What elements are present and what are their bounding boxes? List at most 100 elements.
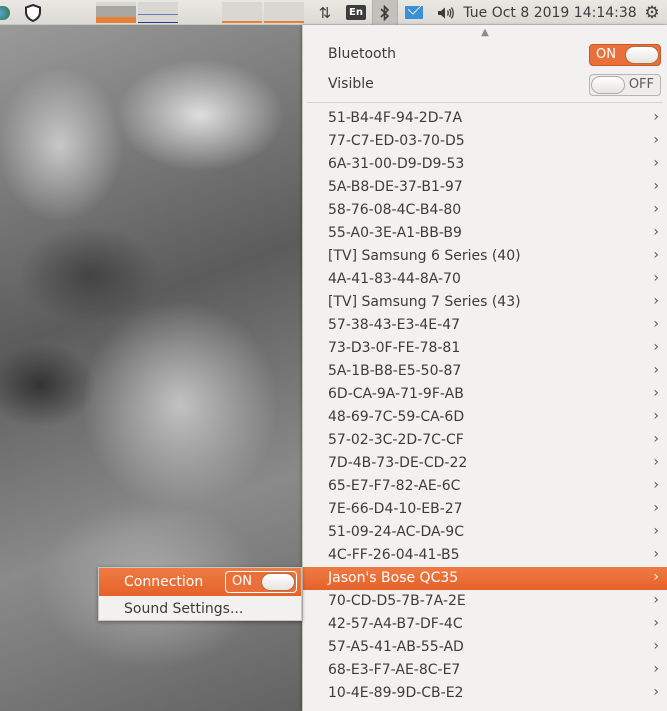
connection-label: Connection xyxy=(124,574,204,590)
bluetooth-icon[interactable] xyxy=(372,0,398,25)
mail-icon[interactable] xyxy=(401,0,427,25)
device-item[interactable]: 55-A0-3E-A1-BB-B9 › xyxy=(303,222,667,245)
device-name: 73-D3-0F-FE-78-81 xyxy=(328,340,461,356)
device-name: 77-C7-ED-03-70-D5 xyxy=(328,133,465,149)
top-panel: ⇅ En Tue Oct 8 2019 14:14:38 ⚙ xyxy=(0,0,667,25)
device-name: 57-02-3C-2D-7C-CF xyxy=(328,432,464,448)
device-name: Jason's Bose QC35 xyxy=(328,570,459,586)
device-name: 10-4E-89-9D-CB-E2 xyxy=(328,685,464,701)
device-item[interactable]: 77-C7-ED-03-70-D5 › xyxy=(303,130,667,153)
switch-knob xyxy=(625,46,659,64)
chevron-right-icon: › xyxy=(653,270,659,286)
device-name: 57-38-43-E3-4E-47 xyxy=(328,317,461,333)
visible-switch-state: OFF xyxy=(628,77,654,92)
chevron-right-icon: › xyxy=(653,477,659,493)
chevron-right-icon: › xyxy=(653,132,659,148)
connection-switch[interactable]: ON xyxy=(225,571,297,593)
connection-toggle-row[interactable]: Connection ON xyxy=(99,568,301,596)
chevron-right-icon: › xyxy=(653,431,659,447)
device-item[interactable]: 42-57-A4-B7-DF-4C › xyxy=(303,613,667,636)
device-item[interactable]: [TV] Samsung 6 Series (40) › xyxy=(303,245,667,268)
device-item[interactable]: 51-B4-4F-94-2D-7A › xyxy=(303,107,667,130)
device-name: 55-A0-3E-A1-BB-B9 xyxy=(328,225,462,241)
bluetooth-toggle-row[interactable]: Bluetooth ON xyxy=(303,40,667,70)
chevron-right-icon: › xyxy=(653,500,659,516)
device-name: 6A-31-00-D9-D9-53 xyxy=(328,156,465,172)
clock[interactable]: Tue Oct 8 2019 14:14:38 xyxy=(463,0,636,25)
device-item[interactable]: 48-69-7C-59-CA-6D › xyxy=(303,406,667,429)
device-item[interactable]: 65-E7-F7-82-AE-6C › xyxy=(303,475,667,498)
bluetooth-switch-state: ON xyxy=(596,47,616,62)
device-name: 48-69-7C-59-CA-6D xyxy=(328,409,465,425)
device-item[interactable]: 4A-41-83-44-8A-70 › xyxy=(303,268,667,291)
device-item[interactable]: 6D-CA-9A-71-9F-AB › xyxy=(303,383,667,406)
device-name: 5A-1B-B8-E5-50-87 xyxy=(328,363,462,379)
chevron-right-icon: › xyxy=(653,523,659,539)
device-item[interactable]: 4C-FF-26-04-41-B5 › xyxy=(303,544,667,567)
device-item[interactable]: 57-A5-41-AB-55-AD › xyxy=(303,636,667,659)
gear-icon[interactable]: ⚙ xyxy=(639,0,665,25)
chevron-right-icon: › xyxy=(653,615,659,631)
chevron-right-icon: › xyxy=(653,316,659,332)
device-submenu: Connection ON Sound Settings... xyxy=(98,567,302,621)
switch-knob xyxy=(261,573,295,591)
device-item[interactable]: 57-38-43-E3-4E-47 › xyxy=(303,314,667,337)
device-item[interactable]: 5A-B8-DE-37-B1-97 › xyxy=(303,176,667,199)
device-name: [TV] Samsung 7 Series (43) xyxy=(328,294,521,310)
chevron-right-icon: › xyxy=(653,408,659,424)
device-list: 51-B4-4F-94-2D-7A › 77-C7-ED-03-70-D5 › 6A-3… xyxy=(303,107,667,705)
device-name: 6D-CA-9A-71-9F-AB xyxy=(328,386,464,402)
device-item[interactable]: 68-E3-F7-AE-8C-E7 › xyxy=(303,659,667,682)
chevron-right-icon: › xyxy=(653,385,659,401)
chevron-right-icon: › xyxy=(653,454,659,470)
visible-toggle-row[interactable]: Visible OFF xyxy=(303,70,667,100)
visible-switch[interactable]: OFF xyxy=(589,74,661,96)
chevron-right-icon: › xyxy=(653,224,659,240)
device-item[interactable]: 73-D3-0F-FE-78-81 › xyxy=(303,337,667,360)
device-name: 42-57-A4-B7-DF-4C xyxy=(328,616,463,632)
globe-icon[interactable] xyxy=(0,0,10,25)
device-item[interactable]: 70-CD-D5-7B-7A-2E › xyxy=(303,590,667,613)
visible-label: Visible xyxy=(328,76,374,92)
device-item[interactable]: 5A-1B-B8-E5-50-87 › xyxy=(303,360,667,383)
volume-icon[interactable] xyxy=(433,0,459,25)
device-item[interactable]: 10-4E-89-9D-CB-E2 › xyxy=(303,682,667,705)
sound-settings-item[interactable]: Sound Settings... xyxy=(99,598,301,621)
network-arrows-icon[interactable]: ⇅ xyxy=(312,0,338,25)
connection-switch-state: ON xyxy=(232,574,252,589)
device-item[interactable]: 57-02-3C-2D-7C-CF › xyxy=(303,429,667,452)
system-monitor-graph[interactable] xyxy=(56,0,316,25)
bluetooth-switch[interactable]: ON xyxy=(589,44,661,66)
device-name: 70-CD-D5-7B-7A-2E xyxy=(328,593,466,609)
device-item[interactable]: 6A-31-00-D9-D9-53 › xyxy=(303,153,667,176)
keyboard-layout-label: En xyxy=(346,5,366,20)
device-name: 68-E3-F7-AE-8C-E7 xyxy=(328,662,461,678)
device-item[interactable]: 7D-4B-73-DE-CD-22 › xyxy=(303,452,667,475)
chevron-right-icon: › xyxy=(653,569,659,585)
device-name: 51-09-24-AC-DA-9C xyxy=(328,524,464,540)
shield-icon[interactable] xyxy=(22,0,44,25)
chevron-right-icon: › xyxy=(653,592,659,608)
sound-settings-label: Sound Settings... xyxy=(124,601,244,617)
device-name: 57-A5-41-AB-55-AD xyxy=(328,639,464,655)
bluetooth-menu: ▲ Bluetooth ON Visible OFF 51-B4-4F-94-2… xyxy=(302,25,667,711)
device-name: 65-E7-F7-82-AE-6C xyxy=(328,478,461,494)
device-item[interactable]: 51-09-24-AC-DA-9C › xyxy=(303,521,667,544)
device-item[interactable]: Jason's Bose QC35 › xyxy=(303,567,667,590)
bluetooth-label: Bluetooth xyxy=(328,46,396,62)
menu-separator xyxy=(307,102,663,103)
device-item[interactable]: 7E-66-D4-10-EB-27 › xyxy=(303,498,667,521)
chevron-right-icon: › xyxy=(653,201,659,217)
device-item[interactable]: 58-76-08-4C-B4-80 › xyxy=(303,199,667,222)
chevron-right-icon: › xyxy=(653,109,659,125)
device-name: 7E-66-D4-10-EB-27 xyxy=(328,501,463,517)
device-name: 51-B4-4F-94-2D-7A xyxy=(328,110,463,126)
keyboard-layout-indicator[interactable]: En xyxy=(345,0,367,25)
device-item[interactable]: [TV] Samsung 7 Series (43) › xyxy=(303,291,667,314)
device-name: 4A-41-83-44-8A-70 xyxy=(328,271,461,287)
chevron-right-icon: › xyxy=(653,362,659,378)
chevron-right-icon: › xyxy=(653,247,659,263)
chevron-right-icon: › xyxy=(653,661,659,677)
scroll-up-arrow-icon[interactable]: ▲ xyxy=(303,25,667,39)
chevron-right-icon: › xyxy=(653,684,659,700)
